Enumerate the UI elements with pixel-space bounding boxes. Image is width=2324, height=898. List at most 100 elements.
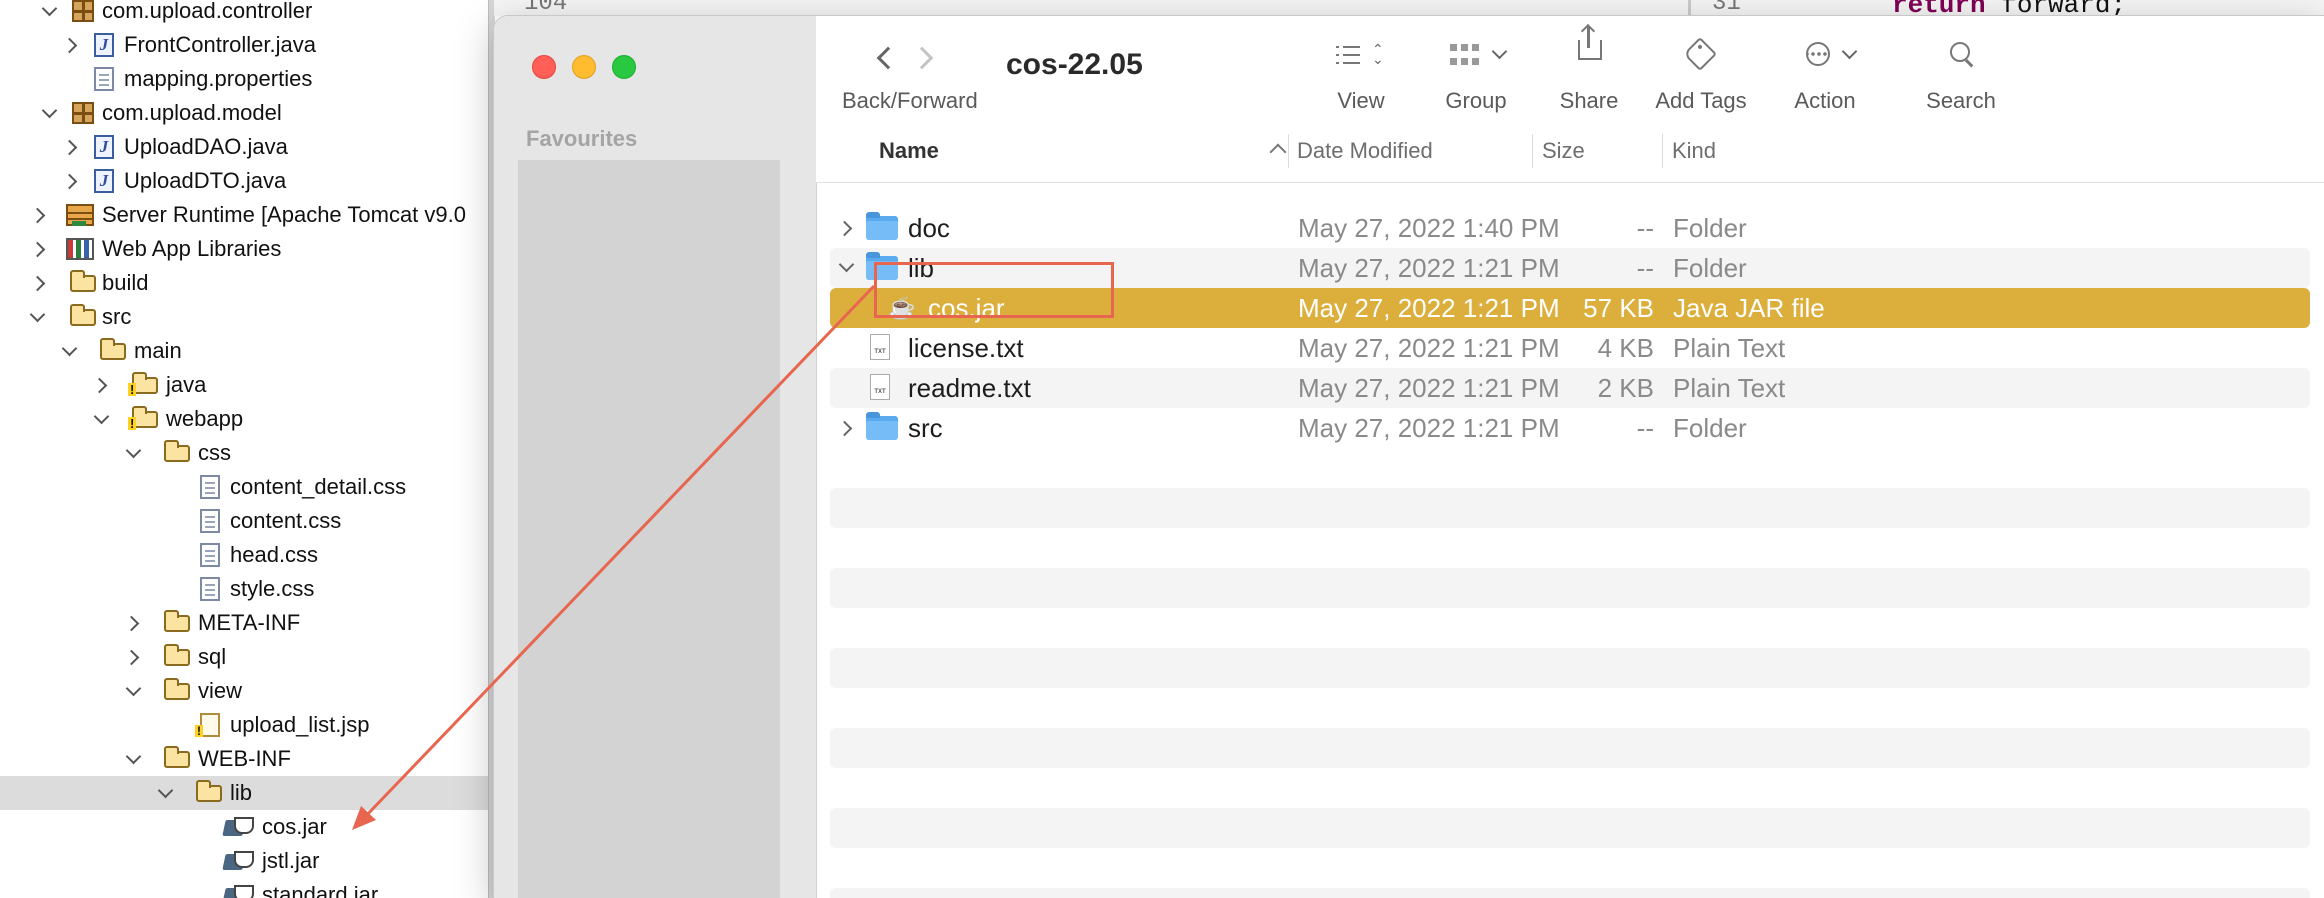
tree-item-jar-file[interactable]: cos.jar (0, 810, 488, 844)
finder-toolbar: Back/Forward cos-22.05 ⌃ ⌄ View Group Sha… (816, 16, 2324, 121)
expand-chevron-icon[interactable] (92, 402, 112, 436)
tree-item-java-file[interactable]: J FrontController.java (0, 28, 488, 62)
folder-warning-icon (128, 406, 158, 430)
close-window-button[interactable] (532, 55, 556, 79)
expand-chevron-icon[interactable] (60, 334, 80, 368)
file-row[interactable]: TXT readme.txt May 27, 2022 1:21 PM 2 KB… (830, 368, 2310, 408)
expand-chevron-icon[interactable] (124, 436, 144, 470)
share-button[interactable]: Share (1544, 16, 1634, 120)
list-view-icon (1336, 46, 1360, 64)
column-header-name[interactable]: Name (879, 120, 939, 182)
expand-chevron-icon[interactable] (156, 776, 176, 810)
editor-gutter (1688, 0, 1691, 16)
tree-item-web-app-libraries[interactable]: Web App Libraries (0, 232, 488, 266)
tree-item-folder[interactable]: main (0, 334, 488, 368)
tree-item-folder[interactable]: sql (0, 640, 488, 674)
file-size: 57 KB (1583, 293, 1654, 323)
tree-item-properties-file[interactable]: mapping.properties (0, 62, 488, 96)
column-header-kind[interactable]: Kind (1672, 120, 1716, 182)
chevron-down-icon (1491, 43, 1508, 60)
expand-chevron-icon[interactable] (40, 96, 60, 130)
collapsed-chevron-icon[interactable] (92, 368, 112, 402)
tree-item-label: head.css (230, 542, 319, 567)
tree-item-folder[interactable]: WEB-INF (0, 742, 488, 776)
tree-item-server-runtime[interactable]: Server Runtime [Apache Tomcat v9.0 (0, 198, 488, 232)
tree-item-css-file[interactable]: content_detail.css (0, 470, 488, 504)
disclosure-chevron-icon[interactable] (836, 220, 853, 237)
empty-row (830, 888, 2310, 898)
tree-item-label: webapp (166, 406, 244, 431)
java-file-icon: J (94, 33, 114, 57)
collapsed-chevron-icon[interactable] (124, 606, 144, 640)
tree-item-package[interactable]: com.upload.controller (0, 0, 488, 28)
column-header-date-modified[interactable]: Date Modified (1297, 120, 1433, 182)
collapsed-chevron-icon[interactable] (62, 130, 82, 164)
action-button[interactable]: Action (1770, 16, 1880, 120)
properties-file-icon (94, 67, 114, 91)
tree-item-package[interactable]: com.upload.model (0, 96, 488, 130)
tree-item-java-file[interactable]: J UploadDTO.java (0, 164, 488, 198)
tree-item-folder-selected[interactable]: lib (0, 776, 488, 810)
project-explorer-tree: com.upload.controller J FrontController.… (0, 0, 488, 898)
file-row[interactable]: src May 27, 2022 1:21 PM -- Folder (830, 408, 2310, 448)
tree-item-css-file[interactable]: head.css (0, 538, 488, 572)
group-button[interactable]: Group (1426, 16, 1526, 120)
tree-item-folder[interactable]: META-INF (0, 606, 488, 640)
folder-icon (164, 440, 190, 462)
forward-chevron-icon[interactable] (910, 46, 934, 70)
search-button[interactable]: Search (1906, 16, 2016, 120)
jar-file-icon (224, 851, 254, 873)
disclosure-chevron-icon[interactable] (836, 420, 853, 437)
back-forward-button[interactable]: Back/Forward (842, 16, 982, 120)
collapsed-chevron-icon[interactable] (62, 164, 82, 198)
tree-item-jar-file[interactable]: standard.jar (0, 878, 488, 898)
collapsed-chevron-icon[interactable] (124, 640, 144, 674)
tree-item-jar-file[interactable]: jstl.jar (0, 844, 488, 878)
folder-warning-icon (128, 372, 158, 396)
folder-icon (164, 678, 190, 700)
back-chevron-icon[interactable] (876, 46, 900, 70)
tree-item-css-file[interactable]: content.css (0, 504, 488, 538)
collapsed-chevron-icon[interactable] (30, 232, 50, 266)
view-button[interactable]: ⌃ ⌄ View (1316, 16, 1406, 120)
tree-item-jsp-file[interactable]: upload_list.jsp (0, 708, 488, 742)
column-divider[interactable] (1662, 134, 1663, 168)
expand-chevron-icon[interactable] (40, 0, 60, 28)
file-date: May 27, 2022 1:21 PM (1298, 333, 1560, 363)
add-tags-button[interactable]: Add Tags (1636, 16, 1766, 120)
expand-chevron-icon[interactable] (124, 674, 144, 708)
tree-item-folder[interactable]: view (0, 674, 488, 708)
tree-item-folder[interactable]: java (0, 368, 488, 402)
tree-item-folder[interactable]: src (0, 300, 488, 334)
file-kind: Folder (1673, 413, 1747, 443)
sort-ascending-icon (1269, 143, 1287, 161)
group-label: Group (1445, 88, 1507, 113)
tree-item-folder[interactable]: webapp (0, 402, 488, 436)
column-header-size[interactable]: Size (1542, 120, 1585, 182)
zoom-window-button[interactable] (612, 55, 636, 79)
add-tags-label: Add Tags (1655, 88, 1747, 113)
chevron-down-icon (1841, 43, 1858, 60)
tree-item-folder[interactable]: build (0, 266, 488, 300)
empty-row (830, 568, 2310, 608)
tree-item-css-file[interactable]: style.css (0, 572, 488, 606)
tree-item-java-file[interactable]: J UploadDAO.java (0, 130, 488, 164)
collapsed-chevron-icon[interactable] (30, 198, 50, 232)
column-divider[interactable] (1532, 134, 1533, 168)
column-divider[interactable] (1288, 134, 1289, 168)
expand-chevron-icon[interactable] (28, 300, 48, 334)
collapsed-chevron-icon[interactable] (30, 266, 50, 300)
folder-icon (164, 644, 190, 666)
collapsed-chevron-icon[interactable] (62, 28, 82, 62)
disclosure-chevron-icon[interactable] (838, 256, 855, 273)
expand-chevron-icon[interactable] (124, 742, 144, 776)
file-row[interactable]: doc May 27, 2022 1:40 PM -- Folder (830, 208, 2310, 248)
window-title: cos-22.05 (1006, 48, 1143, 81)
tree-item-folder[interactable]: css (0, 436, 488, 470)
minimize-window-button[interactable] (572, 55, 596, 79)
file-row[interactable]: TXT license.txt May 27, 2022 1:21 PM 4 K… (830, 328, 2310, 368)
group-grid-icon (1450, 44, 1480, 66)
tree-item-label: css (198, 440, 231, 465)
file-size: -- (1636, 253, 1654, 283)
sidebar-selected-region[interactable] (518, 160, 780, 898)
